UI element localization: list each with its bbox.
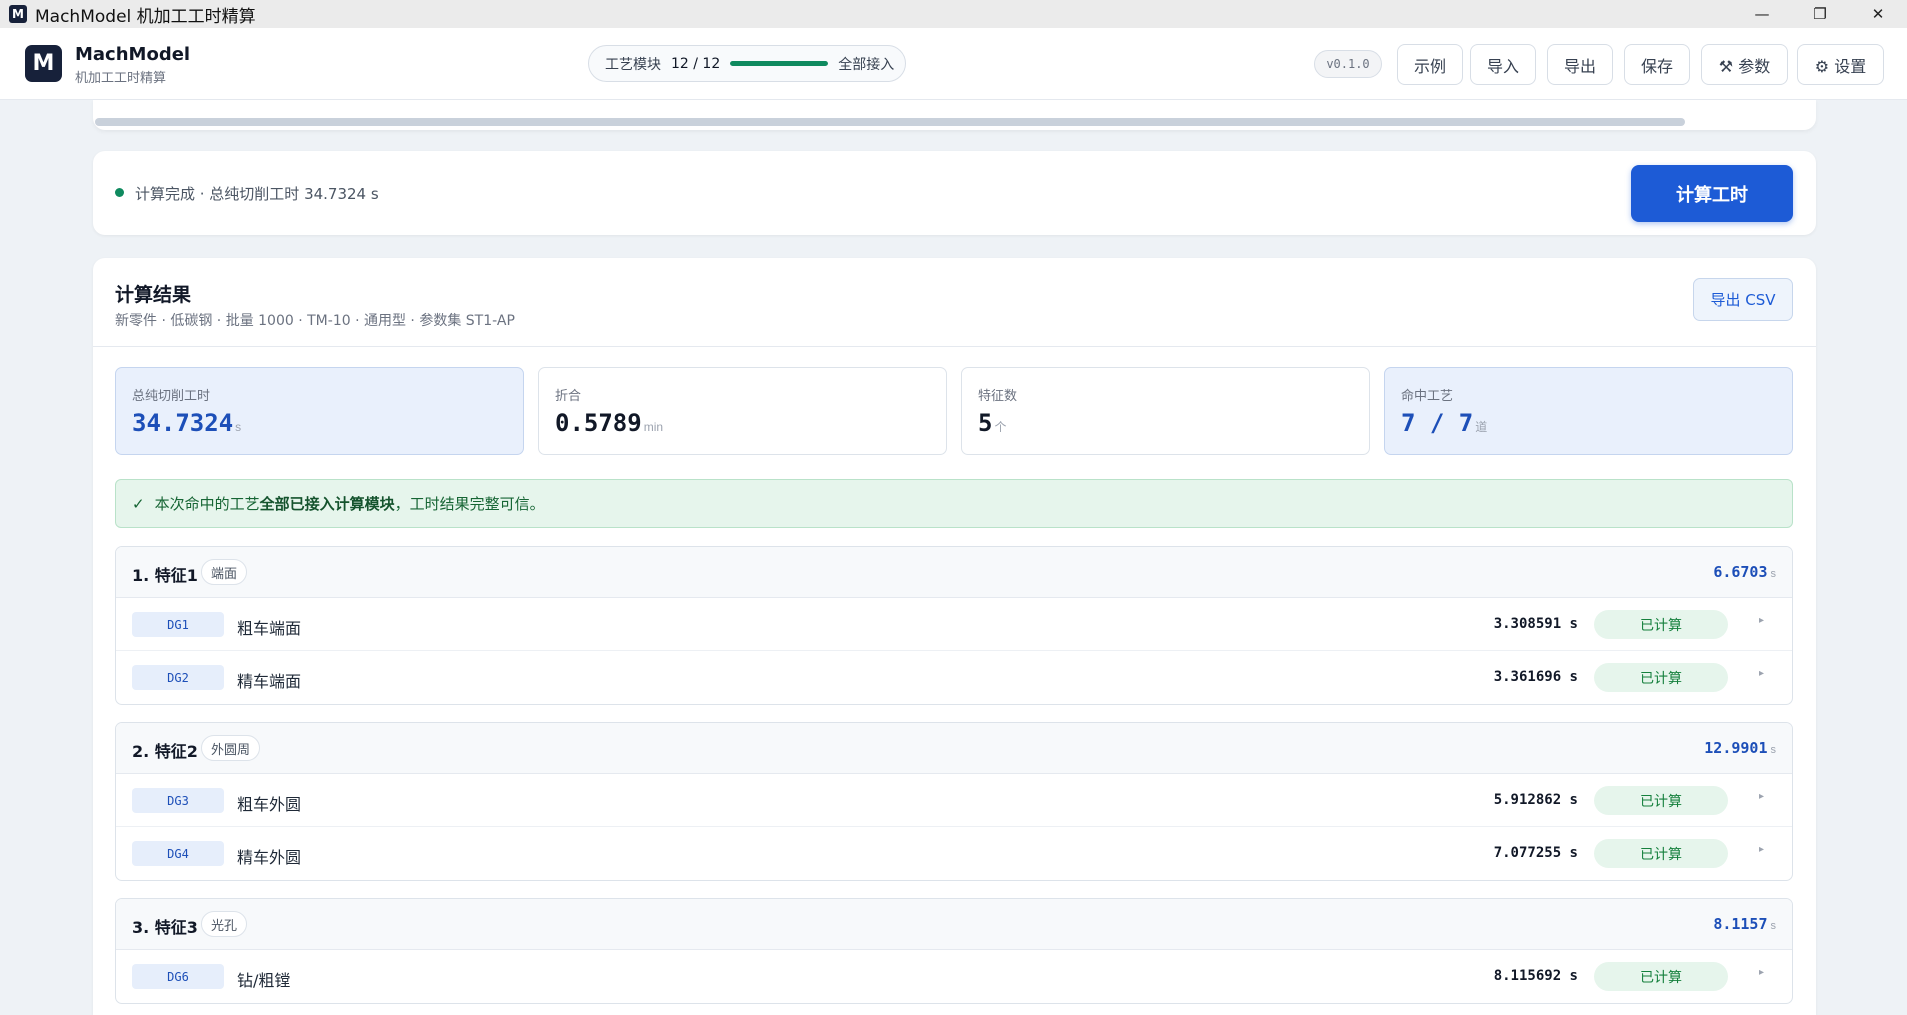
feature-title: 2. 特征2 <box>132 742 198 761</box>
process-row[interactable]: DG4 精车外圆 7.077255 s 已计算 ▸ <box>116 827 1792 880</box>
version-badge: v0.1.0 <box>1314 50 1382 78</box>
process-row[interactable]: DG1 粗车端面 3.308591 s 已计算 ▸ <box>116 598 1792 651</box>
calculate-button[interactable]: 计算工时 <box>1631 165 1793 222</box>
stat-value: 7 / 7道 <box>1401 409 1488 437</box>
stat-minutes: 折合 0.5789 min <box>538 367 947 455</box>
feature-group: 3. 特征3 光孔 8.1157 s DG6 钻/粗镗 8.115692 s 已计… <box>115 898 1793 1004</box>
calc-status-text: 计算完成 · 总纯切削工时 34.7324 s <box>135 185 379 203</box>
process-time: 7.077255 s <box>1493 845 1578 861</box>
feature-type-tag: 光孔 <box>201 911 248 937</box>
feature-type-tag: 端面 <box>201 559 248 585</box>
action-card: 计算完成 · 总纯切削工时 34.7324 s 计算工时 <box>93 151 1816 235</box>
feature-type-tag: 外圆周 <box>201 735 261 761</box>
expand-arrow-icon[interactable]: ▸ <box>1759 967 1764 978</box>
process-code: DG3 <box>132 788 224 813</box>
export-button[interactable]: 导出 <box>1547 44 1613 85</box>
stat-label: 折合 <box>555 389 582 404</box>
feature-group: 2. 特征2 外圆周 12.9901 s DG3 粗车外圆 5.912862 s … <box>115 722 1793 881</box>
brand-subtitle: 机加工工时精算 <box>75 71 167 86</box>
process-row[interactable]: DG3 粗车外圆 5.912862 s 已计算 ▸ <box>116 774 1792 827</box>
expand-arrow-icon[interactable]: ▸ <box>1759 791 1764 802</box>
feature-total: 6.6703 s <box>1713 563 1776 581</box>
brand-name: MachModel <box>75 44 191 65</box>
stat-value: 0.5789 min <box>555 409 664 437</box>
status-badge: 已计算 <box>1594 839 1728 868</box>
feature-group-header[interactable]: 1. 特征1 端面 6.6703 s <box>116 547 1792 598</box>
window-controls: — ❐ ✕ <box>1733 0 1907 28</box>
status-badge: 已计算 <box>1594 786 1728 815</box>
results-subtitle: 新零件 · 低碳钢 · 批量 1000 · TM-10 · 通用型 · 参数集 … <box>115 313 515 329</box>
status-dot-icon <box>115 188 124 197</box>
notice-text-pre: 本次命中的工艺 <box>154 495 260 513</box>
stat-value: 5个 <box>978 409 1007 437</box>
process-name: 精车外圆 <box>237 848 302 867</box>
process-code: DG6 <box>132 964 224 989</box>
stat-matched-processes: 命中工艺 7 / 7道 <box>1384 367 1793 455</box>
module-progress-fill <box>730 61 829 66</box>
expand-arrow-icon[interactable]: ▸ <box>1759 615 1764 626</box>
feature-title: 3. 特征3 <box>132 918 198 937</box>
process-row[interactable]: DG6 钻/粗镗 8.115692 s 已计算 ▸ <box>116 950 1792 1003</box>
export-csv-button[interactable]: 导出 CSV <box>1693 278 1793 321</box>
module-label: 工艺模块 <box>605 56 661 73</box>
process-code: DG4 <box>132 841 224 866</box>
process-name: 精车端面 <box>237 672 302 691</box>
close-button[interactable]: ✕ <box>1849 0 1907 28</box>
stat-feature-count: 特征数 5个 <box>961 367 1370 455</box>
feature-group-header[interactable]: 2. 特征2 外圆周 12.9901 s <box>116 723 1792 774</box>
stat-label: 特征数 <box>978 389 1018 404</box>
check-icon: ✓ <box>132 494 145 513</box>
expand-arrow-icon[interactable]: ▸ <box>1759 844 1764 855</box>
import-button[interactable]: 导入 <box>1470 44 1536 85</box>
process-time: 5.912862 s <box>1493 792 1578 808</box>
stat-label: 总纯切削工时 <box>132 389 211 404</box>
module-status-text: 全部接入 <box>838 56 895 73</box>
process-code: DG2 <box>132 665 224 690</box>
app-logo: M <box>25 45 62 82</box>
status-badge: 已计算 <box>1594 663 1728 692</box>
results-card: 计算结果 新零件 · 低碳钢 · 批量 1000 · TM-10 · 通用型 ·… <box>93 258 1816 1015</box>
process-time: 8.115692 s <box>1493 968 1578 984</box>
settings-button[interactable]: ⚙ 设置 <box>1797 44 1884 85</box>
integrity-notice: ✓ 本次命中的工艺 全部已接入计算模块 ，工时结果完整可信。 <box>115 479 1793 528</box>
process-time: 3.361696 s <box>1493 669 1578 685</box>
expand-arrow-icon[interactable]: ▸ <box>1759 668 1764 679</box>
process-row[interactable]: DG2 精车端面 3.361696 s 已计算 ▸ <box>116 651 1792 704</box>
params-button[interactable]: ⚒ 参数 <box>1701 44 1788 85</box>
feature-title: 1. 特征1 <box>132 566 198 585</box>
feature-total: 8.1157 s <box>1713 915 1776 933</box>
notice-text-post: ，工时结果完整可信。 <box>394 495 545 513</box>
save-button[interactable]: 保存 <box>1624 44 1690 85</box>
app-header: M MachModel 机加工工时精算 工艺模块 12 / 12 全部接入 v0… <box>0 28 1907 100</box>
module-count: 12 / 12 <box>671 55 721 72</box>
stat-total-time: 总纯切削工时 34.7324 s <box>115 367 524 455</box>
status-badge: 已计算 <box>1594 962 1728 991</box>
feature-group: 1. 特征1 端面 6.6703 s DG1 粗车端面 3.308591 s 已计… <box>115 546 1793 705</box>
horizontal-scrollbar[interactable] <box>95 118 1685 126</box>
app-icon: M <box>9 5 27 23</box>
stat-label: 命中工艺 <box>1401 389 1454 404</box>
results-title: 计算结果 <box>115 284 192 306</box>
process-name: 粗车端面 <box>237 619 302 638</box>
process-name: 钻/粗镗 <box>237 971 291 990</box>
stat-value: 34.7324 s <box>132 409 242 437</box>
process-time: 3.308591 s <box>1493 616 1578 632</box>
module-progress-bar <box>730 61 829 66</box>
process-code: DG1 <box>132 612 224 637</box>
process-name: 粗车外圆 <box>237 795 302 814</box>
feature-group-header[interactable]: 3. 特征3 光孔 8.1157 s <box>116 899 1792 950</box>
notice-text-bold: 全部已接入计算模块 <box>259 495 395 513</box>
window-titlebar: M MachModel 机加工工时精算 — ❐ ✕ <box>0 0 1907 28</box>
restore-button[interactable]: ❐ <box>1791 0 1849 28</box>
module-status-pill[interactable]: 工艺模块 12 / 12 全部接入 <box>588 45 906 82</box>
example-button[interactable]: 示例 <box>1397 44 1463 85</box>
minimize-button[interactable]: — <box>1733 0 1791 28</box>
feature-total: 12.9901 s <box>1704 739 1776 757</box>
status-badge: 已计算 <box>1594 610 1728 639</box>
window-title: MachModel 机加工工时精算 <box>35 6 256 27</box>
divider <box>93 346 1816 347</box>
